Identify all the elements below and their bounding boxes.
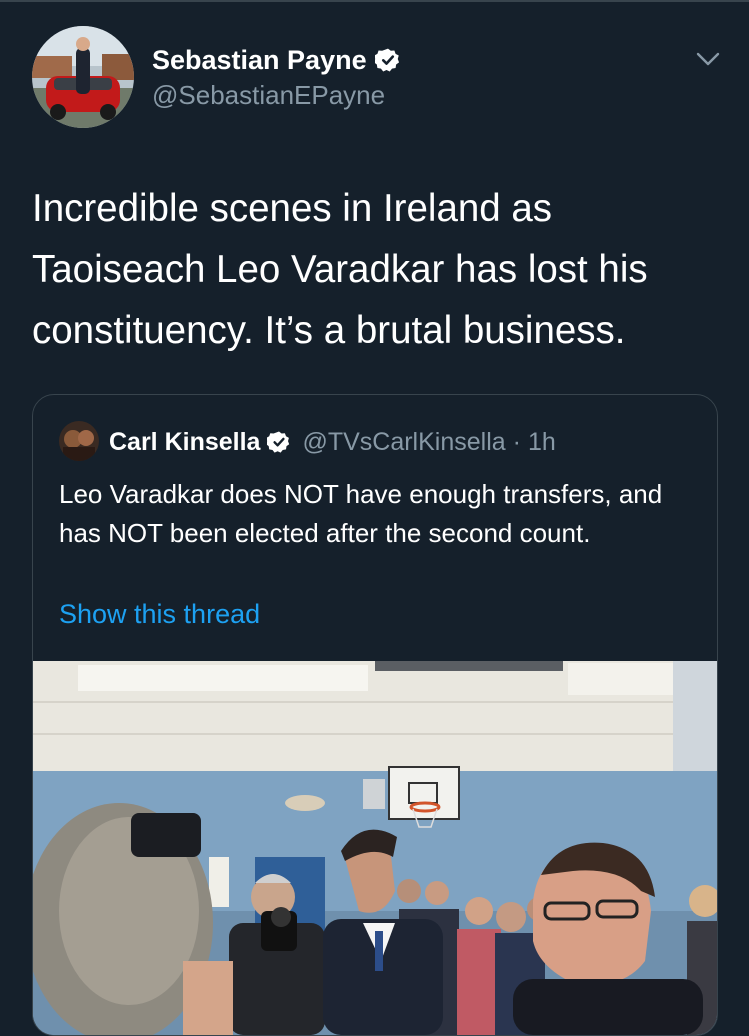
- quoted-author-name[interactable]: Carl Kinsella: [109, 428, 260, 457]
- quoted-tweet-card[interactable]: Carl Kinsella @TVsCarlKinsella · 1h Leo …: [32, 394, 718, 1036]
- chevron-down-icon[interactable]: [694, 48, 722, 70]
- tweet-text: Incredible scenes in Ireland as Taoiseac…: [32, 187, 648, 352]
- separator-dot: ·: [512, 427, 521, 456]
- quoted-tweet-header: Carl Kinsella @TVsCarlKinsella · 1h: [109, 425, 556, 459]
- verified-badge-icon: [374, 48, 399, 72]
- author-name[interactable]: Sebastian Payne: [152, 45, 367, 76]
- quoted-author-avatar[interactable]: [59, 421, 99, 461]
- verified-badge-icon: [267, 431, 290, 453]
- author-handle[interactable]: @SebastianEPayne: [152, 80, 385, 111]
- quoted-tweet-photo[interactable]: [33, 661, 717, 1035]
- author-name-row[interactable]: Sebastian Payne: [152, 42, 401, 78]
- quoted-tweet-text: Leo Varadkar does NOT have enough transf…: [59, 479, 663, 548]
- author-avatar[interactable]: [32, 26, 134, 128]
- quoted-author-handle[interactable]: @TVsCarlKinsella: [302, 428, 505, 457]
- quoted-tweet-time[interactable]: 1h: [528, 428, 556, 457]
- top-divider: [0, 0, 749, 2]
- show-thread-link[interactable]: Show this thread: [59, 599, 260, 630]
